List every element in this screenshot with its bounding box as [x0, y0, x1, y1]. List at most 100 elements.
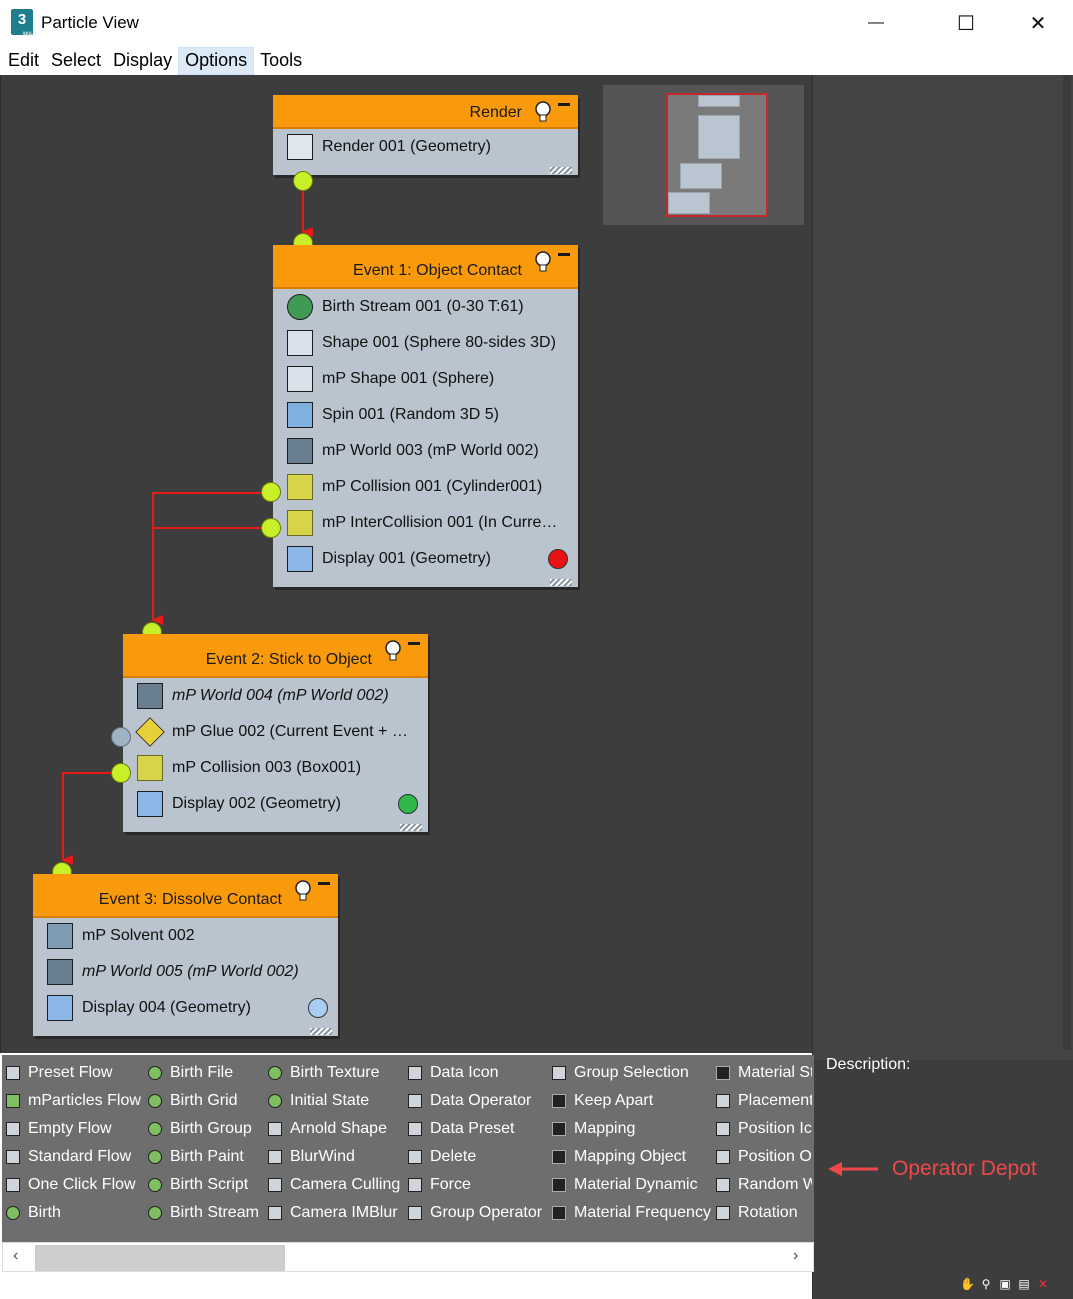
particle-view-canvas[interactable]: Render Render 001 (Geometry) Event 1: Ob… [0, 75, 812, 1053]
depot-item[interactable]: Mapping Object [552, 1143, 711, 1171]
depot-item[interactable]: Birth Script [148, 1171, 259, 1199]
depot-horizontal-scrollbar[interactable]: ‹ › [2, 1242, 814, 1272]
resize-grip[interactable] [400, 824, 422, 831]
depot-item[interactable]: Birth Grid [148, 1087, 259, 1115]
depot-item[interactable]: Group Operator [408, 1199, 542, 1227]
zoom-icon[interactable]: ⚲ [979, 1277, 993, 1291]
operator-row[interactable]: mP Solvent 002 [33, 918, 338, 954]
depot-item[interactable]: Initial State [268, 1087, 400, 1115]
operator-row[interactable]: Render 001 (Geometry) [273, 129, 578, 165]
depot-item[interactable]: Birth Group [148, 1115, 259, 1143]
operator-row[interactable]: Display 002 (Geometry) [123, 786, 428, 822]
collision3-output-port[interactable] [111, 763, 131, 783]
pan-icon[interactable]: ✋ [960, 1277, 975, 1291]
render-node-header[interactable]: Render [273, 95, 578, 129]
operator-row[interactable]: mP World 003 (mP World 002) [273, 433, 578, 469]
depot-item[interactable]: Birth Texture [268, 1059, 400, 1087]
menu-edit[interactable]: Edit [2, 48, 45, 74]
maximize-button[interactable]: ☐ [943, 6, 989, 40]
resize-grip[interactable] [550, 579, 572, 586]
operator-row[interactable]: Display 004 (Geometry) [33, 990, 338, 1026]
scroll-left-icon[interactable]: ‹ [13, 1247, 18, 1265]
depot-item[interactable]: Preset Flow [6, 1059, 141, 1087]
depot-item[interactable]: Birth Stream [148, 1199, 259, 1227]
operator-row[interactable]: mP Shape 001 (Sphere) [273, 361, 578, 397]
depot-item[interactable]: Random W [716, 1171, 812, 1199]
collision-output-port[interactable] [261, 482, 281, 502]
lightbulb-icon[interactable] [534, 101, 552, 123]
depot-item[interactable]: Empty Flow [6, 1115, 141, 1143]
no-zoom-icon[interactable]: ✕ [1036, 1277, 1050, 1291]
intercollision-output-port[interactable] [261, 518, 281, 538]
display-color-swatch[interactable] [308, 998, 328, 1018]
depot-item[interactable]: Mapping [552, 1115, 711, 1143]
menu-options[interactable]: Options [178, 46, 255, 75]
event2-node[interactable]: Event 2: Stick to Object mP World 004 (m… [123, 634, 428, 832]
menu-display[interactable]: Display [107, 48, 178, 74]
collapse-icon[interactable] [318, 882, 330, 885]
depot-item[interactable]: Group Selection [552, 1059, 711, 1087]
depot-item[interactable]: Position O [716, 1143, 812, 1171]
depot-item[interactable]: Birth Paint [148, 1143, 259, 1171]
scrollbar-thumb[interactable] [35, 1245, 285, 1271]
depot-item[interactable]: Keep Apart [552, 1087, 711, 1115]
depot-item[interactable]: Camera Culling [268, 1171, 400, 1199]
collapse-icon[interactable] [408, 642, 420, 645]
operator-row[interactable]: mP Collision 003 (Box001) [123, 750, 428, 786]
depot-item[interactable]: Placement [716, 1087, 812, 1115]
operator-row[interactable]: mP Glue 002 (Current Event + … [123, 714, 428, 750]
depot-item[interactable]: Position Ic [716, 1115, 812, 1143]
collapse-icon[interactable] [558, 253, 570, 256]
depot-item[interactable]: Force [408, 1171, 542, 1199]
display-color-swatch[interactable] [548, 549, 568, 569]
depot-item[interactable]: Data Preset [408, 1115, 542, 1143]
render-output-port[interactable] [293, 171, 313, 191]
depot-item[interactable]: One Click Flow [6, 1171, 141, 1199]
depot-item[interactable]: BlurWind [268, 1143, 400, 1171]
event1-node[interactable]: Event 1: Object Contact Birth Stream 001… [273, 245, 578, 587]
operator-row[interactable]: Display 001 (Geometry) [273, 541, 578, 577]
depot-item[interactable]: Birth File [148, 1059, 259, 1087]
zoom-region-icon[interactable]: ▣ [998, 1277, 1012, 1291]
depot-item[interactable]: mParticles Flow [6, 1087, 141, 1115]
close-button[interactable]: ✕ [1015, 6, 1061, 40]
display-color-swatch[interactable] [398, 794, 418, 814]
depot-item[interactable]: Material St [716, 1059, 812, 1087]
operator-row[interactable]: Shape 001 (Sphere 80-sides 3D) [273, 325, 578, 361]
event3-node[interactable]: Event 3: Dissolve Contact mP Solvent 002… [33, 874, 338, 1036]
depot-item[interactable]: Data Operator [408, 1087, 542, 1115]
lightbulb-icon[interactable] [384, 640, 402, 662]
depot-item[interactable]: Delete [408, 1143, 542, 1171]
depot-item[interactable]: Rotation [716, 1199, 812, 1227]
operator-row[interactable]: Birth Stream 001 (0-30 T:61) [273, 289, 578, 325]
render-node[interactable]: Render Render 001 (Geometry) [273, 95, 578, 175]
event1-header[interactable]: Event 1: Object Contact [273, 245, 578, 289]
depot-item[interactable]: Material Dynamic [552, 1171, 711, 1199]
operator-row[interactable]: mP World 004 (mP World 002) [123, 678, 428, 714]
lightbulb-icon[interactable] [534, 251, 552, 273]
operator-row[interactable]: mP Collision 001 (Cylinder001) [273, 469, 578, 505]
minimize-button[interactable]: — [853, 6, 899, 40]
mp-shape-icon [287, 366, 313, 392]
operator-row[interactable]: mP InterCollision 001 (In Curren… [273, 505, 578, 541]
lightbulb-icon[interactable] [294, 880, 312, 902]
depot-item[interactable]: Arnold Shape [268, 1115, 400, 1143]
resize-grip[interactable] [310, 1028, 332, 1035]
zoom-extents-icon[interactable]: ▤ [1017, 1277, 1031, 1291]
resize-grip[interactable] [550, 167, 572, 174]
collapse-icon[interactable] [558, 103, 570, 106]
menu-select[interactable]: Select [45, 48, 107, 74]
operator-row[interactable]: mP World 005 (mP World 002) [33, 954, 338, 990]
depot-item[interactable]: Material Frequency [552, 1199, 711, 1227]
depot-item[interactable]: Birth [6, 1199, 141, 1227]
scroll-right-icon[interactable]: › [793, 1247, 798, 1265]
event3-header[interactable]: Event 3: Dissolve Contact [33, 874, 338, 918]
event2-header[interactable]: Event 2: Stick to Object [123, 634, 428, 678]
depot-item[interactable]: Standard Flow [6, 1143, 141, 1171]
parameters-scrollbar[interactable] [1063, 75, 1071, 1050]
glue-output-port[interactable] [111, 727, 131, 747]
depot-item[interactable]: Data Icon [408, 1059, 542, 1087]
operator-row[interactable]: Spin 001 (Random 3D 5) [273, 397, 578, 433]
depot-item[interactable]: Camera IMBlur [268, 1199, 400, 1227]
menu-tools[interactable]: Tools [254, 48, 308, 74]
